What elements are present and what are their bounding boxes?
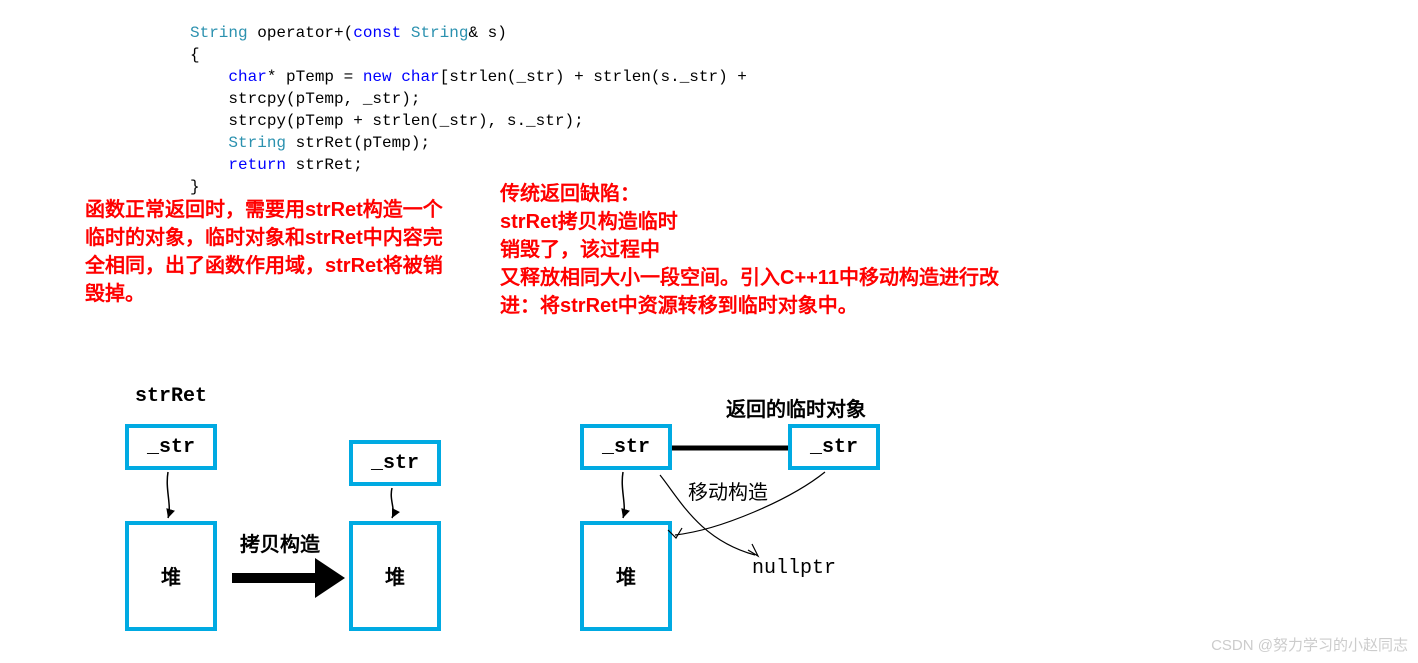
big-arrow-icon <box>232 558 345 598</box>
label-copy-construct: 拷贝构造 <box>240 528 320 558</box>
box-str-right: _str <box>580 424 672 470</box>
label-nullptr: nullptr <box>752 557 836 580</box>
box-str-left2: _str <box>349 440 441 486</box>
code-token: String <box>190 24 248 42</box>
box-str-left: _str <box>125 424 217 470</box>
label-return-temp: 返回的临时对象 <box>726 393 866 423</box>
box-heap-right: 堆 <box>580 521 672 631</box>
code-block: String operator+(const String& s) { char… <box>190 0 747 198</box>
watermark: CSDN @努力学习的小赵同志 <box>1211 634 1408 655</box>
label-strret: strRet <box>135 385 207 408</box>
box-heap-left: 堆 <box>125 521 217 631</box>
box-str-right2: _str <box>788 424 880 470</box>
annotation-left: 函数正常返回时，需要用strRet构造一个临时的对象，临时对象和strRet中内… <box>85 196 455 308</box>
box-heap-left2: 堆 <box>349 521 441 631</box>
annotation-right: 传统返回缺陷： strRet拷贝构造临时 销毁了，该过程中 又释放相同大小一段空… <box>500 180 1000 320</box>
label-move-construct: 移动构造 <box>688 476 768 506</box>
